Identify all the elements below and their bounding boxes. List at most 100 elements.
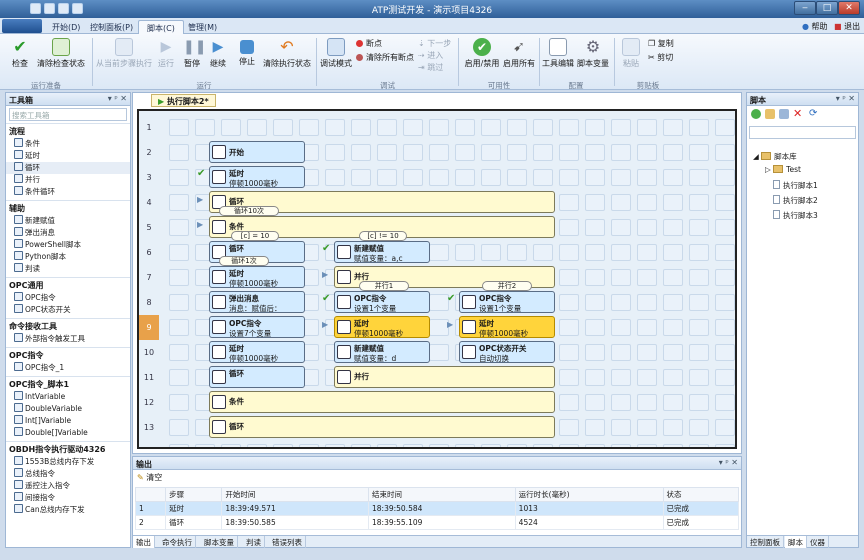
toolbox-item[interactable]: OPC状态开关 — [6, 304, 130, 316]
toolbox-item[interactable]: 间接指令 — [6, 492, 130, 504]
table-row[interactable]: 1 延时 18:39:49.571 18:39:50.584 1013 已完成 — [134, 501, 740, 516]
grid-cell[interactable] — [169, 244, 189, 261]
assign-node[interactable]: 新建赋值 赋值变量：a,c — [334, 241, 430, 263]
expand-arrow-icon[interactable]: ▶ — [322, 270, 328, 279]
tab-script-right[interactable]: 脚本 — [785, 536, 807, 548]
grid-cell[interactable] — [585, 294, 605, 311]
grid-cell[interactable] — [663, 144, 683, 161]
cut-button[interactable]: ✂ 剪切 — [648, 52, 673, 63]
tab-script[interactable]: 脚本(C) — [138, 20, 184, 34]
grid-cell[interactable] — [559, 219, 579, 236]
grid-cell[interactable] — [689, 194, 709, 211]
loop-end-node[interactable]: 循环 — [209, 366, 305, 388]
script-search-input[interactable] — [749, 126, 856, 139]
delay-node[interactable]: 延时 停顿1000毫秒 — [209, 266, 305, 288]
toolbox-item[interactable]: 总线指令 — [6, 468, 130, 480]
grid-cell[interactable] — [715, 444, 735, 447]
clear-run-state-button[interactable]: ↶ 清除执行状态 — [262, 38, 312, 69]
pause-button[interactable]: ❚❚ 暂停 — [181, 38, 206, 69]
tab-manage[interactable]: 管理(M) — [180, 20, 225, 34]
clear-check-button[interactable]: 清除检查状态 — [36, 38, 86, 69]
grid-cell[interactable] — [273, 119, 293, 136]
tab-instruments[interactable]: 仪器 — [807, 536, 829, 548]
grid-cell[interactable] — [689, 344, 709, 361]
toolbox-section-header[interactable]: 辅助 — [6, 200, 130, 215]
copy-button[interactable]: ❐ 复制 — [648, 38, 674, 49]
grid-cell[interactable] — [637, 194, 657, 211]
grid-cell[interactable] — [455, 119, 475, 136]
grid-cell[interactable] — [715, 294, 735, 311]
grid-cell[interactable] — [689, 169, 709, 186]
toolbox-item[interactable]: 外部指令触发工具 — [6, 333, 130, 345]
grid-cell[interactable] — [559, 119, 579, 136]
output-tab[interactable]: 脚本变量 — [201, 536, 238, 548]
toolbox-section-header[interactable]: OPC指令 — [6, 347, 130, 362]
toolbox-item[interactable]: 遥控注入指令 — [6, 480, 130, 492]
condition-end-block[interactable]: 条件 — [209, 391, 555, 413]
grid-cell[interactable] — [169, 319, 189, 336]
grid-cell[interactable] — [481, 244, 501, 261]
tree-item-script1[interactable]: 执行脚本1 — [773, 180, 818, 191]
grid-cell[interactable] — [377, 169, 397, 186]
minimize-button[interactable]: ‒ — [794, 1, 816, 15]
grid-cell[interactable] — [715, 194, 735, 211]
grid-cell[interactable] — [507, 169, 527, 186]
grid-cell[interactable] — [611, 144, 631, 161]
grid-cell[interactable] — [559, 294, 579, 311]
grid-cell[interactable] — [351, 144, 371, 161]
tree-item-script3[interactable]: 执行脚本3 — [773, 210, 818, 221]
tree-item-script2[interactable]: 执行脚本2 — [773, 195, 818, 206]
grid-cell[interactable] — [611, 169, 631, 186]
grid-cell[interactable] — [585, 194, 605, 211]
toolbox-item[interactable]: 1553B总线内存下发 — [6, 456, 130, 468]
grid-cell[interactable] — [663, 369, 683, 386]
grid-cell[interactable] — [663, 444, 683, 447]
grid-cell[interactable] — [559, 444, 579, 447]
grid-cell[interactable] — [507, 244, 527, 261]
toolbox-item[interactable]: 并行 — [6, 174, 130, 186]
grid-cell[interactable] — [585, 419, 605, 436]
grid-cell[interactable] — [715, 369, 735, 386]
opc-status-switch-node[interactable]: OPC状态开关 自动切换 — [459, 341, 555, 363]
grid-cell[interactable] — [585, 369, 605, 386]
pin-icon[interactable]: ▾ ᵖ ✕ — [108, 94, 127, 103]
grid-cell[interactable] — [611, 119, 631, 136]
assign-node[interactable]: 新建赋值 赋值变量：d — [334, 341, 430, 363]
grid-cell[interactable] — [455, 244, 475, 261]
grid-cell[interactable] — [637, 219, 657, 236]
grid-cell[interactable] — [689, 319, 709, 336]
grid-cell[interactable] — [429, 294, 449, 311]
grid-cell[interactable] — [715, 269, 735, 286]
grid-cell[interactable] — [637, 394, 657, 411]
run-from-step-button[interactable]: 从当前步骤执行 — [95, 38, 153, 69]
toolbox-item[interactable]: 条件 — [6, 138, 130, 150]
grid-cell[interactable] — [169, 269, 189, 286]
toolbox-item[interactable]: 判读 — [6, 263, 130, 275]
grid-cell[interactable] — [611, 369, 631, 386]
grid-cell[interactable] — [559, 319, 579, 336]
grid-cell[interactable] — [663, 344, 683, 361]
grid-cell[interactable] — [689, 244, 709, 261]
grid-cell[interactable] — [377, 144, 397, 161]
grid-cell[interactable] — [637, 244, 657, 261]
grid-cell[interactable] — [533, 169, 553, 186]
grid-cell[interactable] — [351, 119, 371, 136]
grid-cell[interactable] — [559, 194, 579, 211]
toolbox-item[interactable]: IntVariable — [6, 391, 130, 403]
grid-cell[interactable] — [663, 319, 683, 336]
grid-cell[interactable] — [221, 119, 241, 136]
toolbox-item[interactable]: Python脚本 — [6, 251, 130, 263]
grid-cell[interactable] — [637, 419, 657, 436]
grid-cell[interactable] — [637, 319, 657, 336]
grid-cell[interactable] — [637, 269, 657, 286]
toolbox-item[interactable]: 条件循环 — [6, 186, 130, 198]
grid-cell[interactable] — [637, 369, 657, 386]
grid-cell[interactable] — [715, 144, 735, 161]
run-button[interactable]: ▶ 运行 — [155, 38, 177, 69]
grid-cell[interactable] — [247, 444, 267, 447]
popup-message-node[interactable]: 弹出消息 消息：赋值后： — [209, 291, 305, 313]
grid-cell[interactable] — [585, 169, 605, 186]
grid-cell[interactable] — [507, 119, 527, 136]
output-tab[interactable]: 错误列表 — [269, 536, 306, 548]
toolbox-item[interactable]: PowerShell脚本 — [6, 239, 130, 251]
